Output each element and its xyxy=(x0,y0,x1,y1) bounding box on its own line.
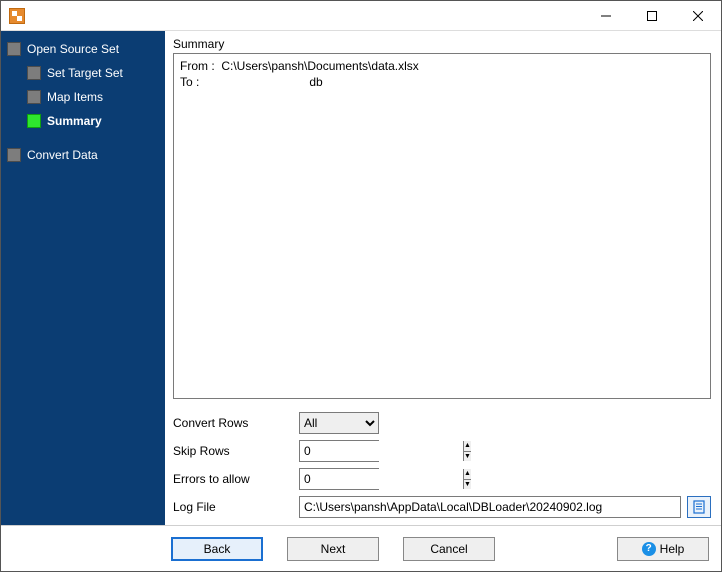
step-node-icon xyxy=(27,90,41,104)
logfile-browse-button[interactable] xyxy=(687,496,711,518)
sidebar-step-summary[interactable]: Summary xyxy=(1,109,165,133)
next-button[interactable]: Next xyxy=(287,537,379,561)
logfile-label: Log File xyxy=(173,500,299,514)
sidebar-step-convert-data[interactable]: Convert Data xyxy=(1,143,165,167)
logfile-input[interactable] xyxy=(299,496,681,518)
skip-rows-up[interactable]: ▲ xyxy=(464,441,471,452)
back-button[interactable]: Back xyxy=(171,537,263,561)
maximize-button[interactable] xyxy=(629,1,675,31)
help-button[interactable]: ? Help xyxy=(617,537,709,561)
errors-up[interactable]: ▲ xyxy=(464,469,471,480)
errors-label: Errors to allow xyxy=(173,472,299,486)
step-label: Set Target Set xyxy=(47,66,123,80)
app-icon xyxy=(9,8,25,24)
sidebar-step-open-source-set[interactable]: Open Source Set xyxy=(1,37,165,61)
errors-spinner[interactable]: ▲ ▼ xyxy=(299,468,379,490)
errors-down[interactable]: ▼ xyxy=(464,480,471,490)
cancel-button[interactable]: Cancel xyxy=(403,537,495,561)
step-label: Summary xyxy=(47,114,102,128)
step-label: Open Source Set xyxy=(27,42,119,56)
content-pane: Summary From : C:\Users\pansh\Documents\… xyxy=(165,31,721,525)
skip-rows-input[interactable] xyxy=(300,441,463,461)
convert-rows-select[interactable]: All xyxy=(299,412,379,434)
step-node-icon xyxy=(27,114,41,128)
step-label: Convert Data xyxy=(27,148,98,162)
step-label: Map Items xyxy=(47,90,103,104)
step-node-icon xyxy=(27,66,41,80)
step-node-icon xyxy=(7,148,21,162)
sidebar-step-set-target-set[interactable]: Set Target Set xyxy=(1,61,165,85)
titlebar xyxy=(1,1,721,31)
errors-input[interactable] xyxy=(300,469,463,489)
document-icon xyxy=(692,500,706,514)
skip-rows-down[interactable]: ▼ xyxy=(464,452,471,462)
wizard-footer: Back Next Cancel ? Help xyxy=(1,525,721,571)
summary-textarea[interactable]: From : C:\Users\pansh\Documents\data.xls… xyxy=(173,53,711,399)
section-label: Summary xyxy=(173,37,711,51)
close-button[interactable] xyxy=(675,1,721,31)
sidebar-step-map-items[interactable]: Map Items xyxy=(1,85,165,109)
step-node-icon xyxy=(7,42,21,56)
skip-rows-label: Skip Rows xyxy=(173,444,299,458)
skip-rows-spinner[interactable]: ▲ ▼ xyxy=(299,440,379,462)
help-icon: ? xyxy=(642,542,656,556)
convert-rows-label: Convert Rows xyxy=(173,416,299,430)
wizard-sidebar: Open Source Set Set Target Set Map Items Su… xyxy=(1,31,165,525)
minimize-button[interactable] xyxy=(583,1,629,31)
